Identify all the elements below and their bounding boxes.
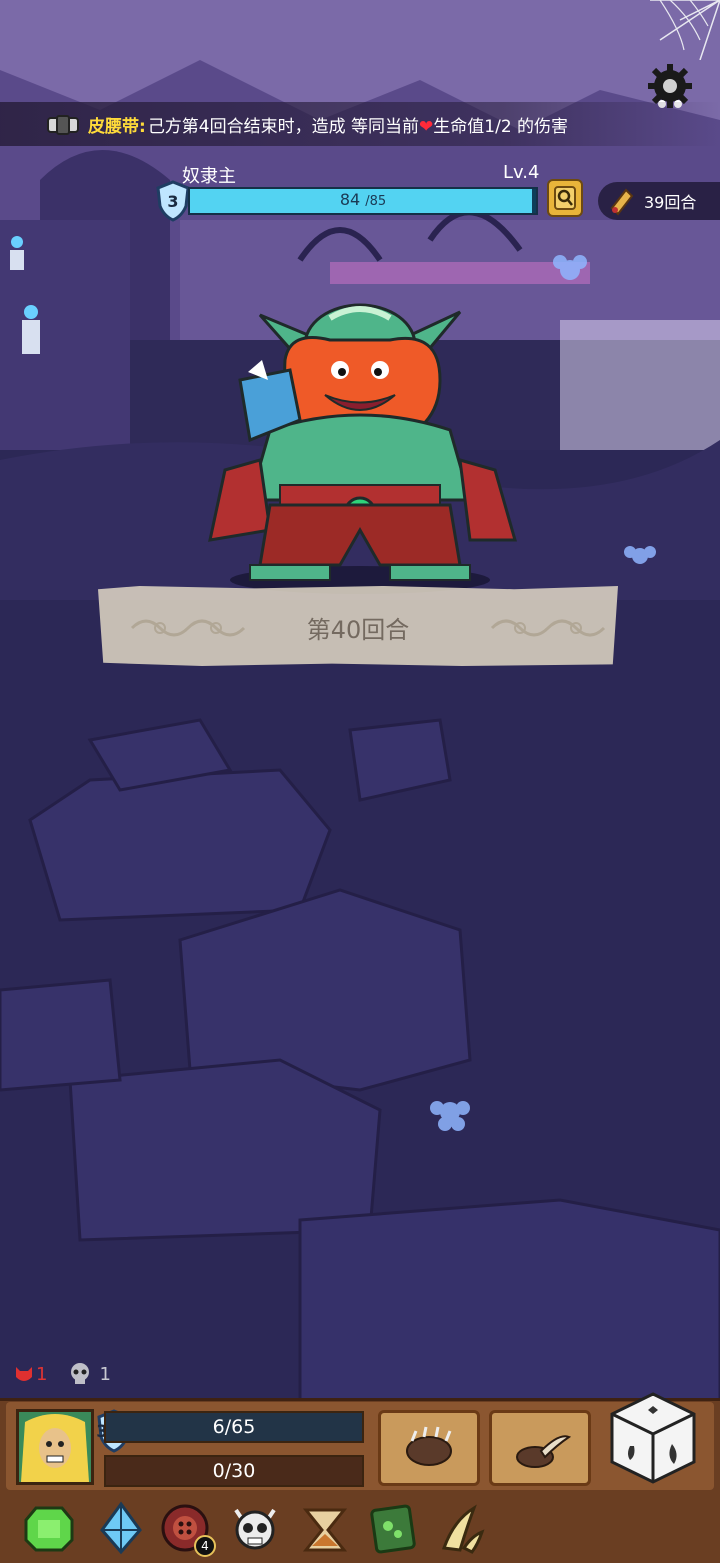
- background-scene: [0, 0, 720, 1560]
- scroll-icon: [610, 188, 634, 216]
- belt-text-after: 生命值1/2 的伤害: [433, 116, 569, 137]
- bone-claw-icon[interactable]: [434, 1500, 488, 1556]
- moss-tome-icon[interactable]: [366, 1500, 420, 1556]
- enemy-hp-max: /85: [365, 194, 387, 209]
- player-hp-bar: 6/65: [104, 1411, 364, 1443]
- turns-remaining-text: 39回合: [644, 193, 697, 212]
- spiked-fist-icon: [406, 1426, 452, 1466]
- belt-text-before: 己方第4回合结束时，造成 等同当前: [147, 116, 420, 137]
- status-effects: 1 1: [12, 1362, 111, 1386]
- hourglass-icon[interactable]: [298, 1500, 352, 1556]
- enemy-shield-value: 3: [167, 192, 179, 211]
- player-xp-bar: 0/30: [104, 1455, 364, 1487]
- skill-card-horn[interactable]: [489, 1410, 591, 1486]
- rage-count: 1: [36, 1363, 48, 1385]
- hero-avatar: [19, 1412, 91, 1482]
- dice-icon[interactable]: [608, 1390, 698, 1486]
- magnifier-icon: [554, 186, 576, 210]
- skull-count: 1: [99, 1363, 111, 1385]
- belt-description: 己方第4回合结束时，造成 等同当前❤生命值1/2 的伤害: [148, 112, 568, 137]
- enemy-level: Lv.4: [503, 162, 540, 183]
- turns-remaining: 39回合: [598, 182, 720, 220]
- enemy-info-button[interactable]: [547, 179, 583, 217]
- rage-icon: [16, 1367, 32, 1381]
- player-hp-text: 6/65: [212, 1416, 256, 1438]
- player-xp-text: 0/30: [212, 1460, 256, 1482]
- spider-web-decoration: [650, 0, 720, 60]
- skill-card-fist[interactable]: [378, 1410, 480, 1486]
- blue-crystal-icon[interactable]: [94, 1500, 148, 1556]
- round-banner-text: 第40回合: [306, 616, 410, 644]
- belt-icon: [47, 115, 79, 135]
- horn-rock-icon: [516, 1435, 572, 1468]
- skull-icon: [71, 1363, 90, 1384]
- belt-effect-banner: 皮腰带: 己方第4回合结束时，造成 等同当前❤生命值1/2 的伤害: [0, 102, 720, 146]
- enemy-hp-current: 84: [339, 190, 361, 209]
- green-gem-icon[interactable]: [22, 1500, 76, 1556]
- token-count-badge: 4: [194, 1535, 216, 1557]
- heart-icon: ❤: [419, 116, 434, 137]
- enemy-hp-text: 84 /85: [188, 190, 538, 209]
- horned-skull-icon[interactable]: [228, 1500, 282, 1556]
- belt-label: 皮腰带:: [88, 116, 146, 137]
- player-portrait[interactable]: [16, 1409, 94, 1485]
